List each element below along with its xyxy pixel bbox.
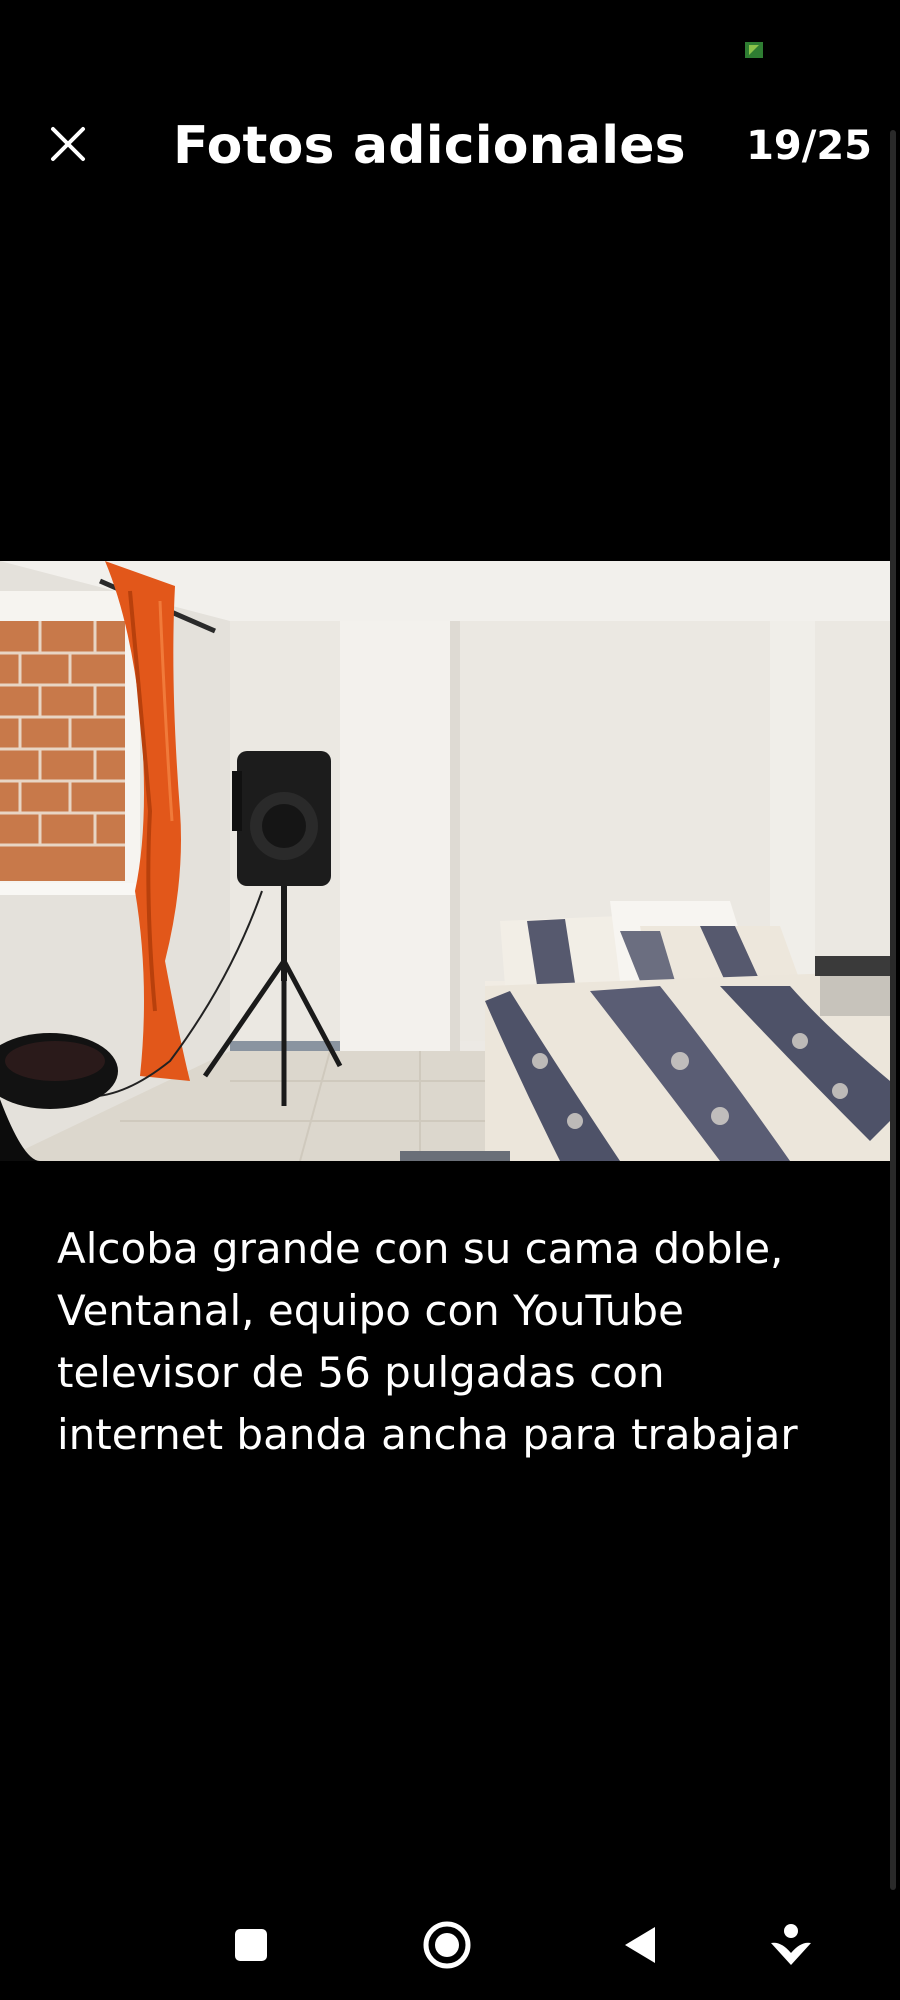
system-nav-bar (0, 1890, 900, 2000)
assist-icon (771, 1924, 811, 1965)
back-triangle-icon (625, 1927, 655, 1963)
photo-caption: Alcoba grande con su cama doble, Ventana… (57, 1224, 798, 1459)
status-bar (0, 0, 900, 100)
page-title: Fotos adicionales (173, 116, 686, 176)
room-photo-image (0, 561, 890, 1161)
photo-counter: 19/25 (746, 123, 872, 169)
screen: Fotos adicionales 19/25 Alcoba grande co… (0, 0, 900, 2000)
close-icon (51, 127, 85, 161)
home-button[interactable] (412, 1910, 482, 1980)
recents-button[interactable] (216, 1910, 286, 1980)
home-circle-icon (423, 1921, 471, 1969)
header: Fotos adicionales 19/25 (0, 100, 900, 190)
room-photo[interactable] (0, 561, 890, 1161)
close-button[interactable] (36, 112, 100, 176)
recents-square-icon (235, 1929, 267, 1961)
back-button[interactable] (606, 1910, 676, 1980)
status-indicator-icon (745, 42, 763, 58)
scroll-edge (890, 130, 896, 1890)
assist-button[interactable] (756, 1910, 826, 1980)
